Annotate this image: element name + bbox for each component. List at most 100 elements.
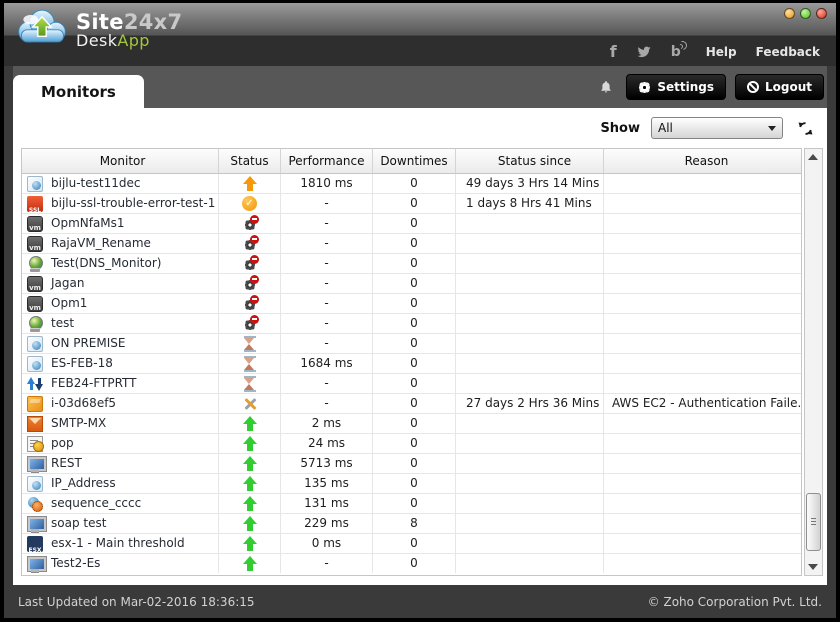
refresh-icon[interactable] (798, 121, 813, 136)
monitor-name[interactable]: Test(DNS_Monitor) (51, 254, 161, 273)
table-row[interactable]: soap test229 ms8 (22, 514, 801, 534)
monitor-cell: ON PREMISE (22, 334, 219, 353)
table-row[interactable]: REST5713 ms0 (22, 454, 801, 474)
status-since-cell (456, 254, 604, 273)
twitter-icon[interactable] (636, 45, 652, 59)
tab-monitors[interactable]: Monitors (13, 75, 144, 108)
monitor-name[interactable]: Opm1 (51, 294, 87, 313)
esx-monitor-icon (27, 536, 43, 552)
show-filter-label: Show (600, 121, 640, 136)
status-cell (219, 354, 281, 373)
column-header-monitor[interactable]: Monitor (22, 149, 219, 173)
scroll-down-arrow-icon[interactable] (808, 564, 818, 570)
monitor-table: MonitorStatusPerformanceDowntimesStatus … (21, 148, 802, 576)
table-row[interactable]: bijlu-ssl-trouble-error-test-1-01 days 8… (22, 194, 801, 214)
reason-cell (604, 414, 801, 433)
suspended-gear-icon (242, 216, 258, 232)
downtimes-cell: 0 (373, 554, 456, 573)
column-header-downtimes[interactable]: Downtimes (373, 149, 456, 173)
scroll-up-arrow-icon[interactable] (808, 154, 818, 160)
table-row[interactable]: pop24 ms0 (22, 434, 801, 454)
brand-text: Site24x7 DeskApp (76, 11, 182, 50)
column-header-reason[interactable]: Reason (604, 149, 801, 173)
dns-monitor-icon (27, 256, 43, 272)
up-arrow-icon (242, 476, 258, 492)
table-row[interactable]: Test(DNS_Monitor)-0 (22, 254, 801, 274)
show-filter-select-wrap: All (651, 117, 783, 139)
smtp-monitor-icon (27, 416, 43, 432)
table-row[interactable]: Opm1-0 (22, 294, 801, 314)
table-row[interactable]: esx-1 - Main threshold0 ms0 (22, 534, 801, 554)
table-row[interactable]: bijlu-test11dec1810 ms049 days 3 Hrs 14 … (22, 174, 801, 194)
logout-button-label: Logout (765, 80, 812, 94)
status-cell (219, 194, 281, 213)
settings-button[interactable]: Settings (626, 74, 726, 100)
website-monitor-icon (27, 336, 43, 352)
monitor-cell: REST (22, 454, 219, 473)
table-row[interactable]: Test2-Es-0 (22, 554, 801, 574)
column-header-status-since[interactable]: Status since (456, 149, 604, 173)
monitor-name[interactable]: REST (51, 454, 82, 473)
monitor-name[interactable]: OpmNfaMs1 (51, 214, 125, 233)
monitor-name[interactable]: pop (51, 434, 74, 453)
monitor-name[interactable]: bijlu-test11dec (51, 174, 140, 193)
column-header-status[interactable]: Status (219, 149, 281, 173)
table-row[interactable]: sequence_cccc131 ms0 (22, 494, 801, 514)
status-cell (219, 214, 281, 233)
ftp-monitor-icon (27, 376, 43, 392)
monitor-name[interactable]: ON PREMISE (51, 334, 125, 353)
monitor-cell: sequence_cccc (22, 494, 219, 513)
monitor-name[interactable]: RajaVM_Rename (51, 234, 151, 253)
monitor-name[interactable]: test (51, 314, 74, 333)
status-cell (219, 494, 281, 513)
downtimes-cell: 0 (373, 454, 456, 473)
help-link[interactable]: Help (706, 45, 737, 59)
performance-cell: 135 ms (281, 474, 373, 493)
up-arrow-icon (242, 416, 258, 432)
table-row[interactable]: OpmNfaMs1-0 (22, 214, 801, 234)
monitor-name[interactable]: IP_Address (51, 474, 116, 493)
maximize-button[interactable] (800, 8, 811, 19)
monitor-name[interactable]: soap test (51, 514, 106, 533)
up-arrow-icon (242, 516, 258, 532)
monitor-cell: bijlu-ssl-trouble-error-test-1 (22, 194, 219, 213)
close-button[interactable] (816, 8, 827, 19)
table-row[interactable]: FEB24-FTPRTT-0 (22, 374, 801, 394)
status-cell (219, 314, 281, 333)
vertical-scrollbar[interactable] (804, 148, 823, 576)
facebook-icon[interactable]: f (610, 45, 617, 59)
downtimes-cell: 8 (373, 514, 456, 533)
table-row[interactable]: Jagan-0 (22, 274, 801, 294)
notification-bell-icon[interactable] (599, 79, 613, 95)
window-controls (784, 8, 827, 19)
downtimes-cell: 0 (373, 174, 456, 193)
table-row[interactable]: SMTP-MX2 ms0 (22, 414, 801, 434)
monitor-name[interactable]: Jagan (51, 274, 84, 293)
monitor-cell: test (22, 314, 219, 333)
table-row[interactable]: i-03d68ef5-027 days 2 Hrs 36 MinsAWS EC2… (22, 394, 801, 414)
reason-cell (604, 534, 801, 553)
monitor-name[interactable]: esx-1 - Main threshold (51, 534, 185, 553)
table-row[interactable]: IP_Address135 ms0 (22, 474, 801, 494)
monitor-name[interactable]: FEB24-FTPRTT (51, 374, 137, 393)
column-header-performance[interactable]: Performance (281, 149, 373, 173)
scrollbar-thumb[interactable] (806, 493, 821, 551)
check-badge-icon (242, 196, 257, 211)
table-row[interactable]: test-0 (22, 314, 801, 334)
monitor-name[interactable]: sequence_cccc (51, 494, 141, 513)
monitor-name[interactable]: Test2-Es (51, 554, 100, 573)
blog-rss-icon[interactable]: b (671, 45, 681, 59)
table-row[interactable]: ON PREMISE-0 (22, 334, 801, 354)
table-row[interactable]: RajaVM_Rename-0 (22, 234, 801, 254)
minimize-button[interactable] (784, 8, 795, 19)
performance-cell: - (281, 374, 373, 393)
logout-button[interactable]: Logout (735, 74, 824, 100)
monitor-name[interactable]: bijlu-ssl-trouble-error-test-1 (51, 194, 215, 213)
brand-app: App (117, 31, 149, 50)
monitor-name[interactable]: i-03d68ef5 (51, 394, 116, 413)
monitor-name[interactable]: ES-FEB-18 (51, 354, 113, 373)
monitor-name[interactable]: SMTP-MX (51, 414, 106, 433)
table-row[interactable]: ES-FEB-181684 ms0 (22, 354, 801, 374)
show-filter-select[interactable]: All (651, 117, 783, 139)
feedback-link[interactable]: Feedback (756, 45, 820, 59)
